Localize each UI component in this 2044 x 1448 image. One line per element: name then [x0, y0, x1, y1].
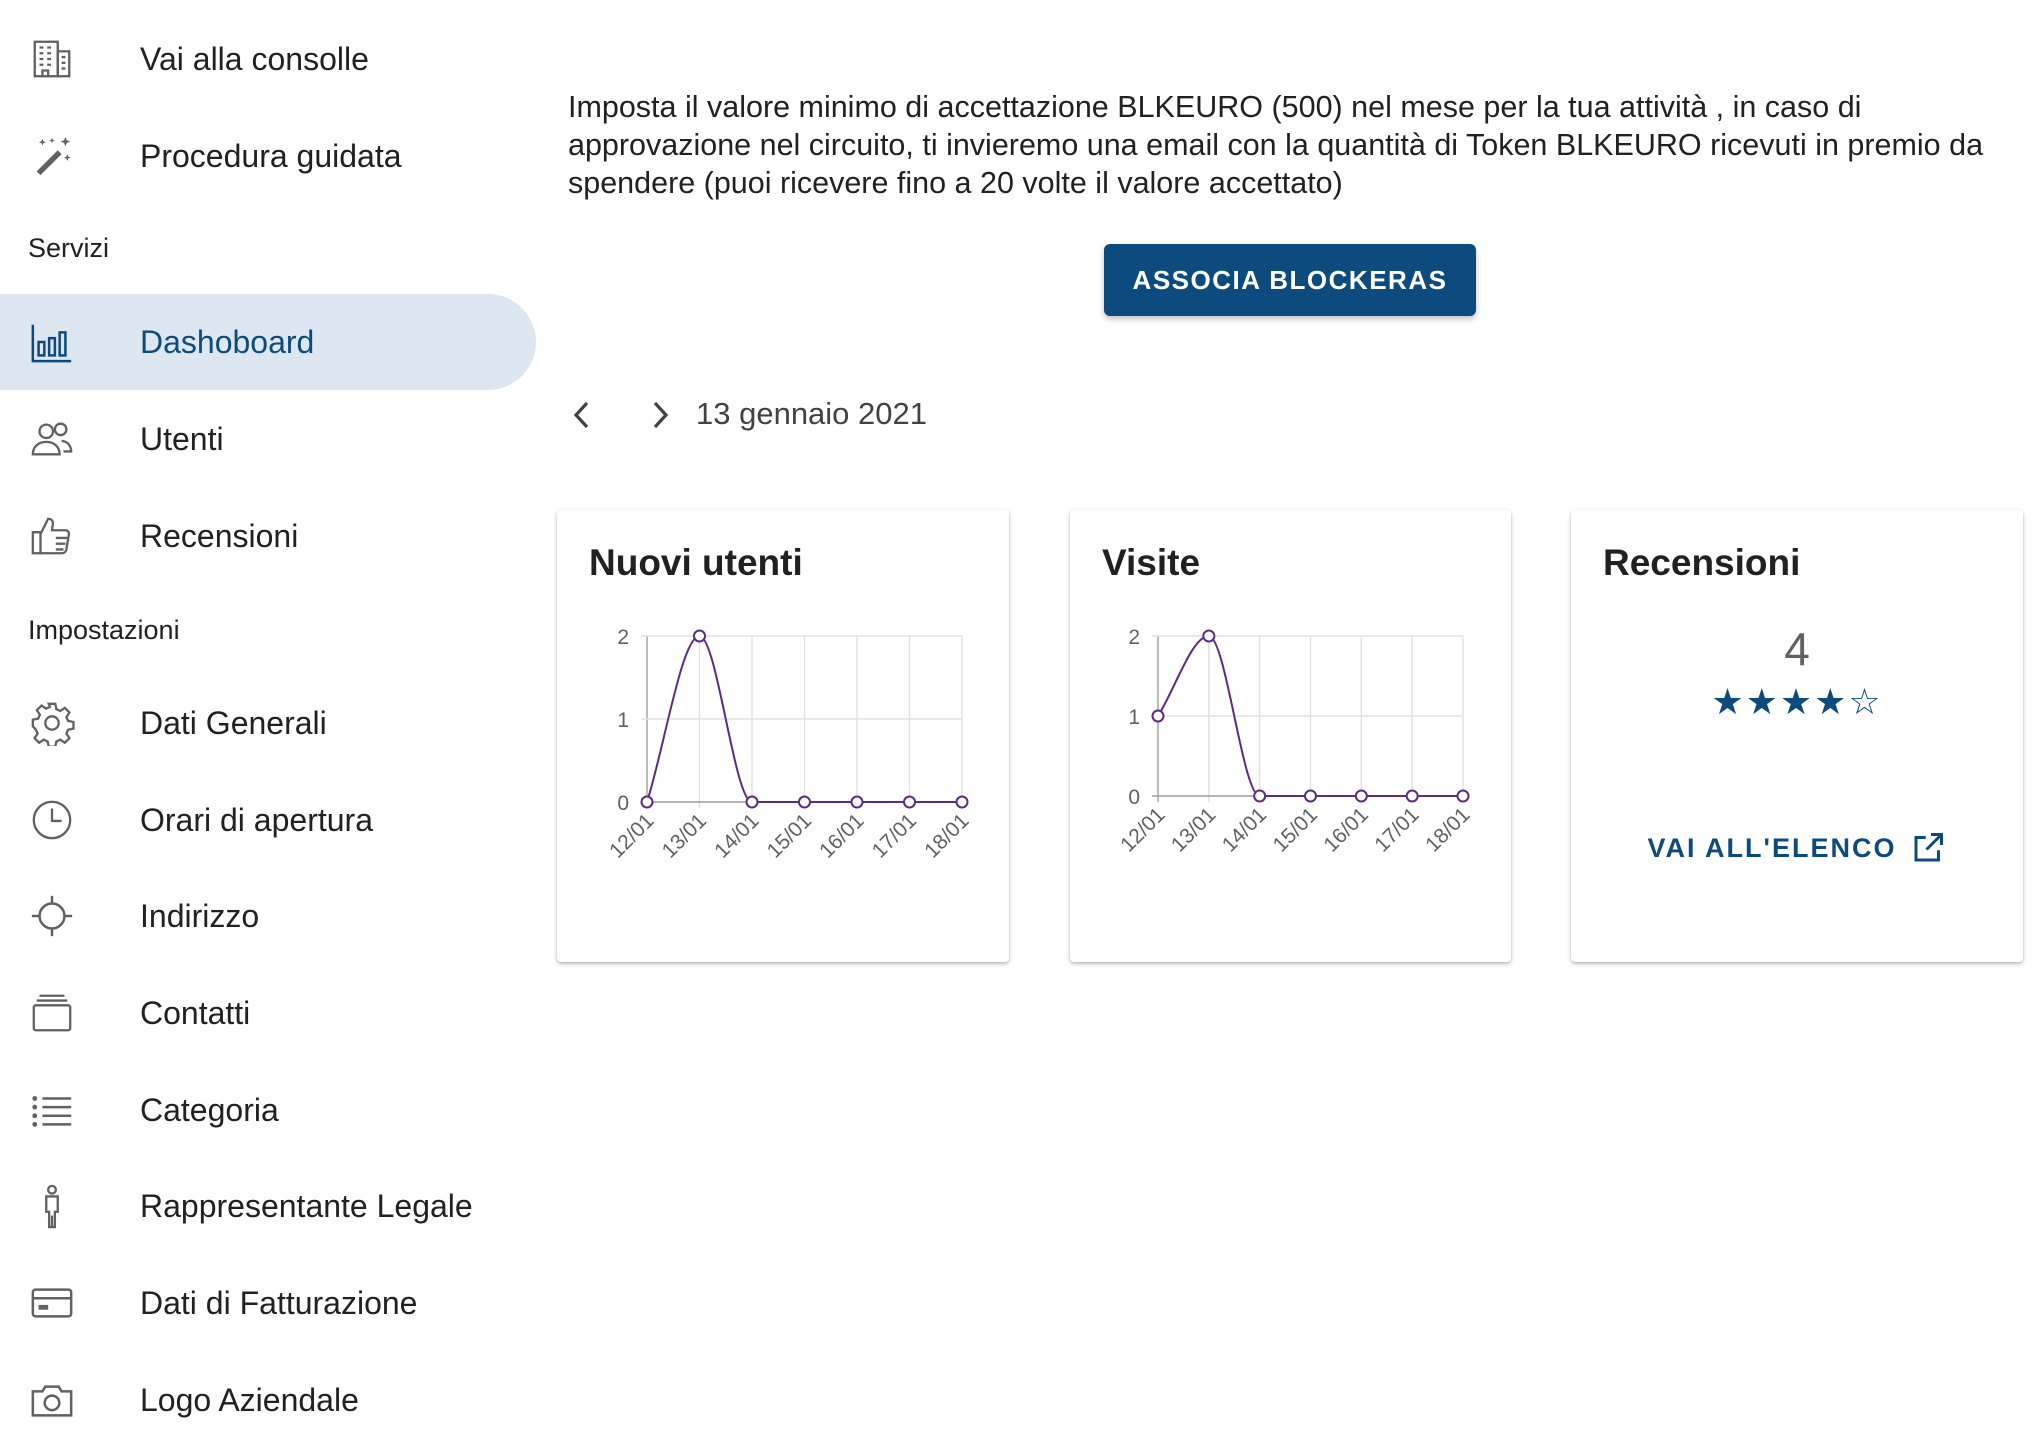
- nav-label: Vai alla consolle: [140, 40, 369, 77]
- nav-item-dati-di-fatturazione[interactable]: Dati di Fatturazione: [0, 1255, 536, 1351]
- section-title-impostazioni: Impostazioni: [28, 615, 180, 645]
- data-point: [745, 795, 759, 809]
- nav-label: Rappresentante Legale: [140, 1187, 473, 1224]
- vai-all-elenco-link[interactable]: VAI ALL'ELENCO: [1571, 830, 2023, 866]
- nav-item-vai-alla-consolle[interactable]: Vai alla consolle: [0, 11, 536, 107]
- data-point: [798, 795, 811, 809]
- x-tick-label: 15/01: [763, 809, 816, 862]
- nav-item-categoria[interactable]: Categoria: [0, 1062, 536, 1158]
- data-point: [1304, 789, 1317, 803]
- card-nuovi-utenti: Nuovi utenti 0 1 2 12/01 13/01 14/01 15/01 16/0…: [557, 510, 1009, 962]
- contacts-stack-icon: [28, 989, 76, 1037]
- data-point: [1253, 789, 1267, 803]
- x-tick-label: 14/01: [1218, 803, 1271, 856]
- nav-item-recensioni[interactable]: Recensioni: [0, 488, 536, 584]
- y-tick-label: 0: [1128, 786, 1140, 809]
- data-point: [1354, 789, 1368, 803]
- data-point: [903, 795, 916, 809]
- data-point: [1151, 709, 1165, 723]
- previous-date-button[interactable]: [560, 388, 604, 442]
- nav-item-orari-di-apertura[interactable]: Orari di apertura: [0, 772, 536, 868]
- nav-label: Recensioni: [140, 517, 299, 554]
- chart-nuovi-utenti: 0 1 2 12/01 13/01 14/01 15/01 16/01 17/01 18/01: [605, 626, 973, 863]
- x-tick-label: 14/01: [710, 809, 763, 862]
- x-tick-label: 18/01: [920, 809, 973, 862]
- card-title: Recensioni: [1603, 542, 1801, 583]
- nav-label: Contatti: [140, 994, 251, 1031]
- external-link-icon: [1914, 833, 1944, 862]
- y-tick-label: 2: [1128, 626, 1140, 649]
- current-date-label: 13 gennaio 2021: [696, 396, 928, 431]
- nav-item-indirizzo[interactable]: Indirizzo: [0, 868, 536, 964]
- x-tick-label: 12/01: [605, 809, 658, 862]
- nav-item-dashboard[interactable]: Dashoboard: [0, 294, 536, 390]
- x-tick-label: 16/01: [815, 809, 868, 862]
- building-icon: [28, 35, 76, 83]
- data-point: [1202, 629, 1216, 643]
- review-count: 4: [1784, 623, 1810, 675]
- nav-item-dati-generali[interactable]: Dati Generali: [0, 675, 536, 771]
- link-label: VAI ALL'ELENCO: [1647, 832, 1897, 863]
- nav-label: Utenti: [140, 420, 224, 457]
- camera-icon: [28, 1376, 76, 1424]
- sidebar: Vai alla consolle Procedura guidata Serv…: [0, 0, 540, 1418]
- data-point: [693, 629, 706, 643]
- nav-item-utenti[interactable]: Utenti: [0, 391, 536, 487]
- nav-item-logo-aziendale[interactable]: Logo Aziendale: [0, 1352, 536, 1448]
- y-tick-label: 2: [617, 626, 629, 649]
- x-tick-label: 12/01: [1116, 803, 1169, 856]
- nav-label: Dati Generali: [140, 704, 327, 741]
- nav-label: Dashoboard: [140, 323, 315, 360]
- nav-label: Orari di apertura: [140, 801, 373, 838]
- gear-icon: [28, 699, 76, 747]
- intro-text: Imposta il valore minimo di accettazione…: [568, 90, 1984, 200]
- nav-label: Procedura guidata: [140, 137, 402, 174]
- person-icon: [28, 1182, 76, 1230]
- data-point: [955, 795, 969, 809]
- y-tick-label: 0: [617, 792, 629, 815]
- thumbs-up-icon: [28, 512, 76, 560]
- list-icon: [28, 1086, 76, 1134]
- nav-item-contatti[interactable]: Contatti: [0, 965, 536, 1061]
- card-recensioni: Recensioni 4 ★★★★☆ VAI ALL'ELENCO: [1571, 510, 2023, 962]
- nav-label: Logo Aziendale: [140, 1381, 359, 1418]
- data-point: [850, 795, 864, 809]
- bar-chart-icon: [28, 318, 76, 366]
- magic-wand-icon: [28, 132, 76, 180]
- x-tick-label: 13/01: [658, 809, 711, 862]
- section-title-servizi: Servizi: [28, 233, 110, 263]
- crosshair-icon: [28, 892, 76, 940]
- chevron-left-icon: [573, 401, 589, 429]
- data-point: [1405, 789, 1419, 803]
- nav-label: Categoria: [140, 1091, 279, 1128]
- x-tick-label: 13/01: [1167, 803, 1220, 856]
- x-tick-label: 16/01: [1319, 803, 1372, 856]
- chart-visite: 0 1 2 12/0113/0114/0115/0116/0117/0118/01: [1116, 626, 1474, 857]
- data-point: [640, 795, 654, 809]
- star-rating: ★★★★☆: [1711, 682, 1883, 723]
- nav-item-rappresentante-legale[interactable]: Rappresentante Legale: [0, 1158, 536, 1254]
- y-tick-label: 1: [1128, 706, 1140, 729]
- x-tick-label: 17/01: [1370, 803, 1423, 856]
- nav-item-procedura-guidata[interactable]: Procedura guidata: [0, 108, 536, 204]
- card-visite: Visite 0 1 2 12/01 13/01 14/01 15/01 16/01 17/01…: [1070, 510, 1511, 962]
- nav-label: Indirizzo: [140, 897, 260, 934]
- associa-blockeras-button[interactable]: ASSOCIA BLOCKERAS: [1104, 244, 1476, 316]
- users-icon: [28, 415, 76, 463]
- x-tick-label: 17/01: [868, 809, 921, 862]
- clock-icon: [28, 796, 76, 844]
- next-date-button[interactable]: [638, 388, 682, 442]
- data-point: [1456, 789, 1470, 803]
- x-tick-label: 18/01: [1421, 803, 1474, 856]
- credit-card-icon: [28, 1279, 76, 1327]
- chevron-right-icon: [653, 401, 669, 429]
- nav-label: Dati di Fatturazione: [140, 1284, 418, 1321]
- x-tick-label: 15/01: [1269, 803, 1322, 856]
- y-tick-label: 1: [617, 709, 629, 732]
